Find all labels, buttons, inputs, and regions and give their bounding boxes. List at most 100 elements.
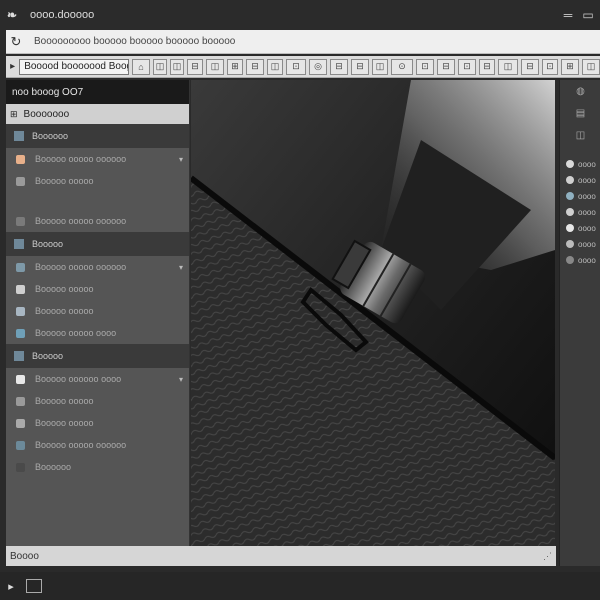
toolbar-button[interactable]: ⊞ — [227, 58, 243, 75]
status-dot-icon — [566, 176, 574, 184]
address-bar[interactable]: ↻ Booooooooo booooo booooo booooo booooo — [6, 30, 600, 54]
toolbar-button[interactable]: ⊟ — [437, 58, 455, 75]
left-panel-item[interactable]: Booooo ooooo oooooo ▾ — [6, 148, 189, 170]
left-panel-header: noo booog OO7 — [6, 80, 189, 104]
toolbar-button[interactable]: ◫ — [170, 58, 184, 75]
item-icon — [16, 396, 25, 406]
toolbar-button[interactable]: ◫ — [206, 58, 224, 75]
right-panel-row[interactable]: oooo — [560, 252, 600, 268]
toolbar-button[interactable]: ◫ — [372, 58, 388, 75]
chevron-down-icon[interactable]: ▾ — [179, 375, 183, 384]
left-panel-spacer — [6, 192, 189, 210]
item-icon — [16, 176, 25, 186]
left-panel-section[interactable]: Boooooo — [6, 124, 189, 148]
item-icon — [16, 328, 25, 338]
left-panel-item[interactable]: Booooo ooooo — [6, 390, 189, 412]
item-icon — [16, 440, 25, 450]
right-panel-row-label: oooo — [578, 255, 596, 265]
toolbar-button[interactable]: ⊟ — [479, 58, 495, 75]
left-panel-section[interactable]: Booooo — [6, 344, 189, 368]
toolbar-button[interactable]: ◎ — [309, 58, 327, 75]
left-panel-item-label: Booooo ooooo — [35, 418, 94, 428]
right-panel-row-label: oooo — [578, 239, 596, 249]
right-panel-row[interactable]: oooo — [560, 172, 600, 188]
left-panel-item-label: Booooo ooooo — [35, 284, 94, 294]
status-dot-icon — [566, 192, 574, 200]
left-panel-item[interactable]: Booooo ooooo — [6, 412, 189, 434]
left-panel-item-label: Booooo ooooo oooooo — [35, 440, 127, 450]
folder-icon — [14, 131, 24, 141]
status-dot-icon — [566, 224, 574, 232]
right-panel-row-label: oooo — [578, 223, 596, 233]
right-panel-row-label: oooo — [578, 175, 596, 185]
status-dot-icon — [566, 240, 574, 248]
status-bar: Boooo ⋰ — [6, 546, 556, 566]
right-panel-button[interactable]: ▤ — [560, 102, 600, 124]
left-panel-item[interactable]: Booooo ooooo oooooo — [6, 210, 189, 232]
toolbar-button[interactable]: ⊟ — [330, 58, 348, 75]
right-panel-row[interactable]: oooo — [560, 220, 600, 236]
toolbar-button[interactable]: ⊟ — [521, 58, 539, 75]
minimize-icon[interactable]: ═ — [560, 8, 576, 22]
left-panel-item[interactable]: Booooo ooooo — [6, 300, 189, 322]
right-panel-row[interactable]: oooo — [560, 204, 600, 220]
left-panel-item[interactable]: Booooo ooooo oooo — [6, 322, 189, 344]
left-panel-item-label: Booooo ooooo — [35, 396, 94, 406]
window-title: oooo.dooooo — [30, 9, 95, 21]
toolbar-button[interactable]: ⊟ — [246, 58, 264, 75]
toolbar-button[interactable]: ◫ — [153, 58, 167, 75]
left-panel-item-label: Booooo ooooo — [35, 176, 94, 186]
left-panel-item[interactable]: Booooo ooooo — [6, 278, 189, 300]
left-panel-item[interactable]: Booooo ooooo — [6, 170, 189, 192]
right-panel-button[interactable]: ◍ — [560, 80, 600, 102]
left-panel-item-label: Booooo ooooo oooooo — [35, 154, 127, 164]
logo-icon[interactable]: ▸ — [0, 580, 22, 593]
chevron-down-icon[interactable]: ▾ — [179, 155, 183, 164]
toolbar-button[interactable]: ⊞ — [561, 58, 579, 75]
toolbar-button[interactable]: ⌂ — [132, 58, 150, 75]
right-panel-row[interactable]: oooo — [560, 236, 600, 252]
toolbar-button[interactable]: ⊡ — [416, 58, 434, 75]
main-viewport[interactable] — [191, 80, 555, 546]
left-panel-item[interactable]: Booooo oooooo oooo ▾ — [6, 368, 189, 390]
resize-grip-icon[interactable]: ⋰ — [543, 551, 552, 562]
refresh-icon[interactable]: ↻ — [6, 34, 26, 50]
toolbar-button[interactable]: ⊡ — [286, 58, 306, 75]
chevron-down-icon[interactable]: ▾ — [179, 263, 183, 272]
toolbar-button[interactable]: ⊙ — [391, 58, 413, 75]
bottom-bar: ▸ — [0, 572, 600, 600]
toolbar-button[interactable]: ⊡ — [542, 58, 558, 75]
right-panel-button[interactable]: ◫ — [560, 124, 600, 146]
toolbar-button[interactable]: ◫ — [582, 58, 600, 75]
window-thumbnail[interactable] — [26, 579, 42, 593]
left-panel-item[interactable]: Booooo ooooo oooooo — [6, 434, 189, 456]
toolbar-button[interactable]: ⊟ — [187, 58, 203, 75]
item-icon — [16, 216, 25, 226]
right-panel-row[interactable]: oooo — [560, 188, 600, 204]
left-panel-item-label: Booooo oooooo oooo — [35, 374, 122, 384]
right-panel-row-label: oooo — [578, 159, 596, 169]
status-dot-icon — [566, 208, 574, 216]
left-panel-search[interactable]: ⊞ Booooooo — [6, 104, 189, 124]
left-panel-item-label: Booooo ooooo oooooo — [35, 216, 127, 226]
left-panel-item[interactable]: Boooooo — [6, 456, 189, 478]
toolbar-button[interactable]: ◫ — [267, 58, 283, 75]
address-text[interactable]: Booooooooo booooo booooo booooo booooo — [34, 36, 235, 47]
toolbar-search-field[interactable]: Booood booooood Boogo — [19, 58, 129, 75]
title-bar: ❧ oooo.dooooo ═ ▭ — [0, 0, 600, 30]
filter-icon: ⊞ — [10, 108, 18, 119]
right-panel-row-label: oooo — [578, 191, 596, 201]
item-icon — [16, 154, 25, 164]
status-dot-icon — [566, 160, 574, 168]
toolbar-menu-icon[interactable]: ▸ — [6, 61, 19, 72]
left-panel: noo booog OO7 ⊞ Booooooo Boooooo Booooo o… — [6, 80, 190, 546]
toolbar-button[interactable]: ⊡ — [458, 58, 476, 75]
left-panel-section[interactable]: Booooo — [6, 232, 189, 256]
toolbar-button[interactable]: ⊟ — [351, 58, 369, 75]
toolbar-button[interactable]: ◫ — [498, 58, 518, 75]
right-panel: ◍ ▤ ◫ oooo oooo oooo oooo oooo oooo oooo — [559, 80, 600, 566]
left-panel-item[interactable]: Booooo ooooo oooooo ▾ — [6, 256, 189, 278]
right-panel-row[interactable]: oooo — [560, 156, 600, 172]
close-icon[interactable]: ▭ — [580, 8, 596, 22]
left-panel-section-label: Booooo — [32, 351, 64, 361]
